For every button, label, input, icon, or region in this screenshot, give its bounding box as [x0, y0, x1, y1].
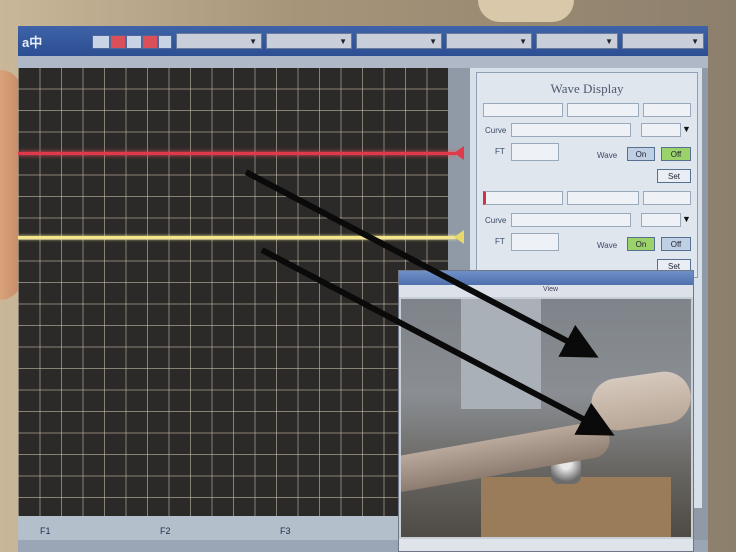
- function-key-f3[interactable]: F3: [280, 526, 291, 536]
- red-channel-marker[interactable]: [454, 146, 464, 160]
- channel1-ft-label: FT: [495, 147, 505, 156]
- yellow-channel-marker[interactable]: [454, 230, 464, 244]
- app-title: a中: [22, 35, 43, 50]
- channel2-ft-label: FT: [495, 237, 505, 246]
- channel2-value-field[interactable]: [567, 191, 639, 205]
- channel2-wave-label: Wave: [597, 241, 618, 250]
- channel1-wave-label: Wave: [597, 151, 618, 160]
- camera-menu-bar: View: [399, 285, 693, 297]
- channel1-value-field[interactable]: [567, 103, 639, 117]
- toolbar-button[interactable]: [126, 35, 142, 49]
- monitor-screen: a中 ▼ ▼ ▼ ▼ ▼ ▼ F1 F2 F3 Wave Display Cur…: [18, 26, 708, 552]
- toolbar-button[interactable]: [92, 35, 110, 49]
- wave-display-panel: Wave Display Curve ▼ FT Wave On Off Set …: [476, 72, 698, 278]
- channel2-curve-option[interactable]: [641, 213, 681, 227]
- waveform-grid[interactable]: [18, 68, 448, 516]
- chevron-down-icon: ▼: [605, 37, 613, 46]
- camera-window-titlebar[interactable]: [399, 271, 693, 285]
- toolbar-button[interactable]: [158, 35, 172, 49]
- channel2-unit-field[interactable]: [643, 191, 691, 205]
- yellow-waveform-trace: [18, 236, 456, 239]
- camera-video-feed: [401, 299, 691, 537]
- top-toolbar: a中 ▼ ▼ ▼ ▼ ▼ ▼: [18, 26, 708, 56]
- chevron-down-icon: ▼: [519, 37, 527, 46]
- camera-window[interactable]: View: [398, 270, 694, 552]
- toolbar-select[interactable]: ▼: [622, 33, 704, 49]
- channel2-off-button[interactable]: Off: [661, 237, 691, 251]
- toolbar-select[interactable]: ▼: [536, 33, 618, 49]
- chevron-down-icon: ▼: [249, 37, 257, 46]
- channel1-ft-field[interactable]: [511, 143, 559, 161]
- channel2-curve-select[interactable]: [511, 213, 631, 227]
- panel-title: Wave Display: [550, 81, 624, 96]
- camera-menu-item-view[interactable]: View: [543, 286, 558, 293]
- toolbar-strip: [18, 56, 708, 68]
- function-key-f2[interactable]: F2: [160, 526, 171, 536]
- channel1-unit-field[interactable]: [643, 103, 691, 117]
- camera-status-bar: [399, 539, 693, 551]
- channel1-name-field[interactable]: [483, 103, 563, 117]
- channel1-curve-select[interactable]: [511, 123, 631, 137]
- chevron-down-icon: ▼: [339, 37, 347, 46]
- function-key-bar: F1 F2 F3: [18, 526, 398, 540]
- stop-button[interactable]: [142, 35, 158, 49]
- channel2-curve-label: Curve: [485, 216, 507, 225]
- channel1-curve-option[interactable]: [641, 123, 681, 137]
- video-table: [481, 477, 671, 537]
- toolbar-select[interactable]: ▼: [266, 33, 352, 49]
- toolbar-select[interactable]: ▼: [176, 33, 262, 49]
- function-key-f1[interactable]: F1: [40, 526, 51, 536]
- channel2-ft-field[interactable]: [511, 233, 559, 251]
- video-hand: [587, 368, 691, 434]
- channel1-curve-label: Curve: [485, 126, 507, 135]
- channel1-on-button[interactable]: On: [627, 147, 655, 161]
- channel1-off-button[interactable]: Off: [661, 147, 691, 161]
- chevron-down-icon[interactable]: ▼: [682, 124, 691, 134]
- channel2-on-button[interactable]: On: [627, 237, 655, 251]
- record-button[interactable]: [110, 35, 126, 49]
- toolbar-select[interactable]: ▼: [446, 33, 532, 49]
- monitor-top-knob: [478, 0, 574, 22]
- chevron-down-icon[interactable]: ▼: [682, 214, 691, 224]
- toolbar-select[interactable]: ▼: [356, 33, 442, 49]
- red-waveform-trace: [18, 152, 456, 155]
- chevron-down-icon: ▼: [691, 37, 699, 46]
- channel1-set-button[interactable]: Set: [657, 169, 691, 183]
- channel2-name-field[interactable]: [483, 191, 563, 205]
- video-background-wall: [461, 299, 541, 409]
- chevron-down-icon: ▼: [429, 37, 437, 46]
